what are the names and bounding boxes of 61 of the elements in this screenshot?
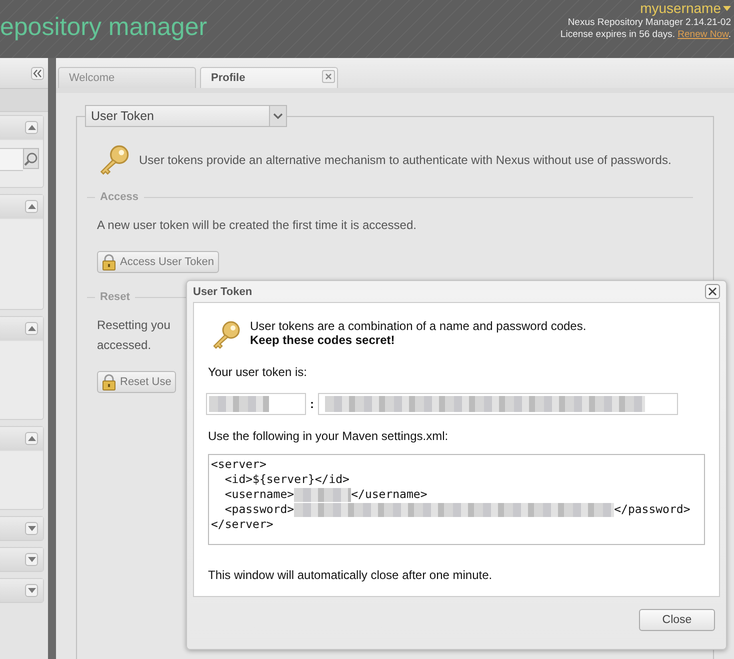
double-chevron-icon — [32, 68, 43, 78]
section-legend: Reset — [100, 291, 130, 303]
user-menu[interactable]: myusername — [640, 0, 731, 17]
chevron-down-icon — [273, 113, 283, 119]
section-legend: Access — [100, 191, 139, 203]
code-line: </server> — [211, 517, 274, 532]
warning-text: Keep these codes secret! — [250, 333, 396, 347]
close-button[interactable]: Close — [639, 609, 715, 631]
lock-icon — [101, 254, 117, 270]
renew-link[interactable]: Renew Now — [678, 29, 728, 40]
token-label: Your user token is: — [208, 365, 308, 379]
settings-label: Use the following in your Maven settings.xml: — [208, 429, 450, 443]
close-button[interactable] — [705, 284, 720, 299]
down-arrow-icon — [26, 556, 36, 563]
token-action-button[interactable]: Access User Token — [97, 251, 219, 273]
password-token-field[interactable] — [318, 393, 678, 415]
close-icon — [708, 287, 717, 296]
section-text: A new user token will be created the first time it is accessed. — [97, 217, 416, 234]
up-arrow-icon — [26, 124, 36, 131]
product-title: epository manager — [0, 12, 208, 42]
token-action-button[interactable]: Reset Use — [97, 371, 176, 393]
close-icon — [325, 73, 332, 80]
section-text: accessed. — [97, 337, 152, 354]
username-token-field[interactable] — [206, 393, 306, 415]
down-arrow-icon — [26, 587, 36, 594]
code-text: <password> — [224, 502, 294, 517]
auto-close-note: This window will automatically close after one minute. — [208, 568, 494, 582]
up-arrow-icon — [26, 203, 36, 210]
intro-text: User tokens provide an alternative mechanism to authenticate with Nexus without use of passwords. — [139, 153, 672, 167]
dialog-message: User tokens are a combination of a name and password codes. — [250, 319, 586, 333]
panel-toggle-button[interactable] — [25, 432, 38, 445]
code-text: <username> — [224, 487, 294, 502]
redacted-blur — [209, 396, 269, 412]
dialog-title: User Token — [193, 286, 252, 298]
search-field[interactable] — [0, 148, 23, 171]
panel-toggle-button[interactable] — [25, 553, 38, 566]
separator-text: : — [310, 397, 314, 411]
code-line: <server> — [211, 457, 266, 472]
tab[interactable]: Profile — [200, 67, 338, 88]
search-icon — [24, 152, 38, 166]
close-tab-button[interactable] — [322, 70, 335, 83]
lock-icon — [101, 374, 117, 390]
section-text: Resetting you — [97, 317, 170, 334]
collapse-sidebar-button[interactable] — [31, 66, 44, 80]
section-dropdown[interactable]: User Token — [85, 105, 287, 127]
search-button[interactable] — [23, 148, 39, 169]
panel-toggle-button[interactable] — [25, 322, 38, 335]
panel-toggle-button[interactable] — [25, 121, 38, 134]
version-text: Nexus Repository Manager 2.14.21-02 — [566, 17, 731, 29]
license-text: License expires in 56 days. Renew Now. — [560, 29, 731, 41]
code-line: <id>${server}</id> — [224, 472, 350, 487]
up-arrow-icon — [26, 325, 36, 332]
panel-toggle-button[interactable] — [25, 522, 38, 535]
caret-icon — [723, 6, 731, 11]
panel-toggle-button[interactable] — [25, 200, 38, 213]
code-text: </username> — [351, 487, 428, 502]
down-arrow-icon — [26, 525, 36, 532]
tab[interactable]: Welcome — [58, 67, 196, 88]
panel-toggle-button[interactable] — [25, 584, 38, 597]
up-arrow-icon — [26, 435, 36, 442]
code-text: </password> — [614, 502, 690, 517]
